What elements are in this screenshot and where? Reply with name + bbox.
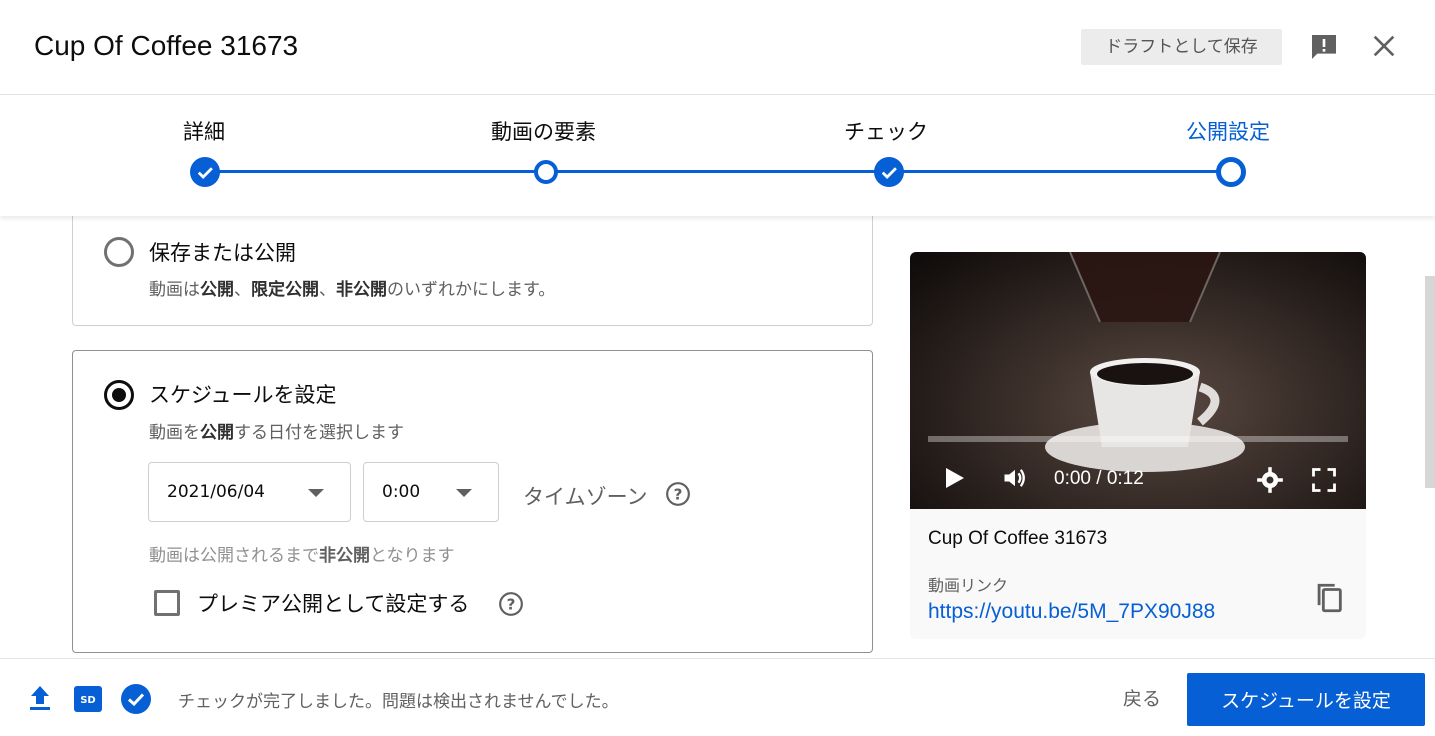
coffee-cup-image	[1045, 358, 1245, 472]
check-status-text: チェックが完了しました。問題は検出されませんでした。	[178, 692, 619, 712]
timezone-label[interactable]: タイムゾーン	[523, 481, 648, 511]
premiere-checkbox[interactable]	[154, 590, 180, 616]
video-player[interactable]: 0:00 / 0:12	[910, 252, 1366, 509]
date-select[interactable]: 2021/06/04	[148, 462, 351, 522]
step-checks-label[interactable]: チェック	[844, 116, 928, 146]
progress-stepper: 詳細 動画の要素 チェック 公開設定	[0, 96, 1435, 216]
save-or-publish-desc: 動画は公開、限定公開、非公開のいずれかにします。	[149, 280, 556, 300]
caret-down-icon	[308, 489, 324, 497]
volume-icon[interactable]	[1000, 464, 1030, 492]
schedule-card[interactable]: スケジュールを設定 動画を公開する日付を選択します 2021/06/04 0:0…	[72, 350, 873, 653]
dialog-footer: SD チェックが完了しました。問題は検出されませんでした。 戻る スケジュールを…	[0, 658, 1435, 736]
schedule-title: スケジュールを設定	[149, 383, 337, 407]
private-until-note: 動画は公開されるまで非公開となります	[149, 546, 455, 566]
fullscreen-icon[interactable]	[1310, 466, 1338, 494]
video-preview-card: 0:00 / 0:12 Cup Of Coffee 31673 動画リンク ht…	[910, 252, 1366, 639]
checks-complete-icon[interactable]	[120, 683, 152, 715]
step-visibility-dot[interactable]	[1216, 157, 1246, 187]
check-icon	[881, 167, 897, 179]
svg-text:SD: SD	[80, 695, 96, 706]
dialog-title: Cup Of Coffee 31673	[34, 30, 299, 61]
schedule-radio[interactable]	[104, 380, 134, 410]
schedule-button[interactable]: スケジュールを設定	[1187, 673, 1425, 726]
visibility-content: 保存または公開 動画は公開、限定公開、非公開のいずれかにします。 スケジュールを…	[0, 216, 1435, 658]
video-link-label: 動画リンク	[928, 576, 1009, 595]
save-or-publish-card[interactable]: 保存または公開 動画は公開、限定公開、非公開のいずれかにします。	[72, 216, 873, 326]
step-details-label[interactable]: 詳細	[183, 116, 225, 146]
time-select[interactable]: 0:00	[363, 462, 499, 522]
video-progress-bar[interactable]	[928, 436, 1348, 442]
date-value: 2021/06/04	[167, 482, 265, 502]
upload-icon[interactable]	[28, 684, 52, 712]
save-draft-badge: ドラフトとして保存	[1081, 29, 1282, 65]
close-icon[interactable]	[1370, 32, 1398, 60]
svg-text:?: ?	[507, 595, 516, 613]
stepper-line	[205, 170, 1231, 173]
help-icon[interactable]: ?	[498, 591, 524, 617]
video-link[interactable]: https://youtu.be/5M_7PX90J88	[928, 600, 1215, 624]
pour-over-image	[1069, 252, 1221, 323]
step-visibility-label[interactable]: 公開設定	[1186, 116, 1270, 146]
sd-quality-icon[interactable]: SD	[74, 686, 102, 712]
schedule-desc: 動画を公開する日付を選択します	[149, 423, 404, 443]
time-value: 0:00	[382, 482, 421, 502]
video-time-display: 0:00 / 0:12	[1054, 468, 1144, 489]
feedback-icon[interactable]	[1307, 31, 1341, 63]
preview-video-title: Cup Of Coffee 31673	[928, 528, 1108, 549]
gear-icon[interactable]	[1256, 466, 1284, 494]
help-icon[interactable]: ?	[665, 481, 691, 507]
step-elements-dot[interactable]	[534, 160, 558, 184]
play-icon[interactable]	[944, 466, 966, 490]
dialog-header: Cup Of Coffee 31673 ドラフトとして保存	[0, 0, 1435, 95]
step-checks-dot[interactable]	[874, 157, 904, 187]
step-details-dot[interactable]	[190, 157, 220, 187]
copy-icon[interactable]	[1312, 580, 1346, 616]
premiere-label[interactable]: プレミア公開として設定する	[197, 588, 469, 618]
caret-down-icon	[456, 489, 472, 497]
svg-text:?: ?	[674, 485, 683, 503]
save-or-publish-radio[interactable]	[104, 237, 134, 267]
check-icon	[197, 167, 213, 179]
step-elements-label[interactable]: 動画の要素	[491, 116, 596, 146]
back-button[interactable]: 戻る	[1104, 681, 1180, 717]
scrollbar-thumb[interactable]	[1425, 276, 1435, 488]
save-or-publish-title: 保存または公開	[149, 241, 296, 265]
